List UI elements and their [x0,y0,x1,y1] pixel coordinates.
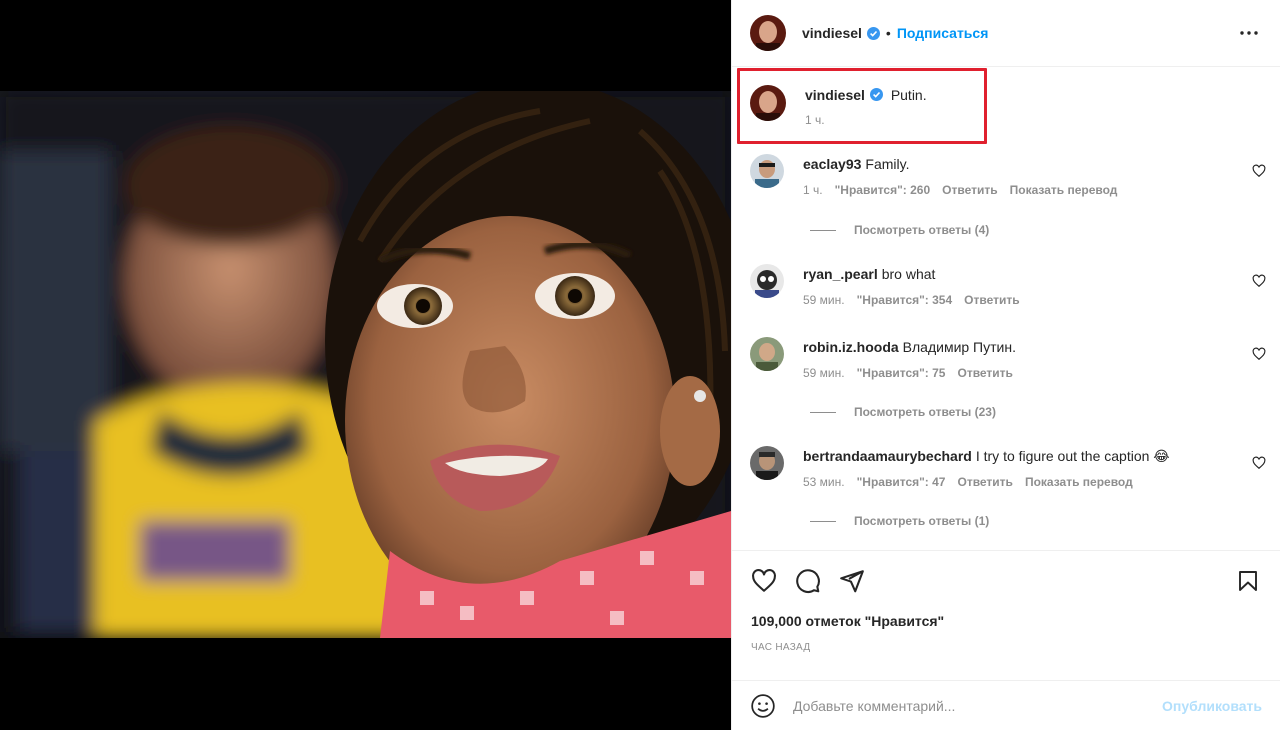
comment-text: I try to figure out the caption 😂 [975,448,1170,464]
like-heart-icon[interactable] [750,567,778,595]
view-replies-label: Посмотреть ответы (4) [854,223,990,237]
caption-username[interactable]: vindiesel [805,87,865,103]
commenter-avatar[interactable] [750,154,784,188]
comment-line: eaclay93 Family. [803,155,1243,173]
comment-item: robin.iz.hooda Владимир Путин. 59 мин. "Н… [750,335,1280,380]
reply-button[interactable]: Ответить [957,366,1012,380]
comment-like-heart-icon[interactable] [1252,456,1266,470]
reply-button[interactable]: Ответить [942,183,997,197]
comment-likes[interactable]: "Нравится": 354 [857,293,953,307]
posted-time: ЧАС НАЗАД [751,642,811,653]
emoji-smiley-icon[interactable] [750,693,776,719]
view-replies-label: Посмотреть ответы (1) [854,514,990,528]
commenter-avatar-image [750,337,784,371]
comment-text: Владимир Путин. [902,339,1016,355]
reply-button[interactable]: Ответить [957,475,1012,489]
commenter-avatar[interactable] [750,264,784,298]
post-details-panel: vindiesel • Подписаться vindiesel Putin.… [731,0,1280,730]
share-send-icon[interactable] [838,567,866,595]
comment-time[interactable]: 59 мин. [803,366,845,380]
post-actions: 109,000 отметок "Нравится" ЧАС НАЗАД [732,550,1280,680]
caption-avatar-image [750,85,786,121]
comment-likes[interactable]: "Нравится": 47 [857,475,946,489]
likes-count[interactable]: 109,000 отметок "Нравится" [751,613,944,629]
comment-like-heart-icon[interactable] [1252,164,1266,178]
comment-line: bertrandaamaurybechard I try to figure ou… [803,447,1243,465]
caption-time[interactable]: 1 ч. [805,113,927,127]
caption-text: Putin. [890,87,927,103]
comment-username[interactable]: ryan_.pearl [803,266,878,282]
add-comment-bar: Опубликовать [732,680,1280,730]
comment-username[interactable]: eaclay93 [803,156,861,172]
comment-meta: 59 мин. "Нравится": 75 Ответить [803,366,1243,380]
show-translation-button[interactable]: Показать перевод [1025,475,1133,489]
comment-meta: 53 мин. "Нравится": 47 Ответить Показать… [803,475,1243,489]
post-caption: vindiesel Putin. 1 ч. [732,67,1280,147]
more-options-icon[interactable] [1238,22,1260,44]
comment-line: ryan_.pearl bro what [803,265,1243,283]
reply-button[interactable]: Ответить [964,293,1019,307]
author-avatar-image [750,15,786,51]
separator-dot: • [885,25,891,41]
comment-bubble-icon[interactable] [794,567,822,595]
commenter-avatar-image [750,154,784,188]
commenter-avatar[interactable] [750,337,784,371]
comment-item: bertrandaamaurybechard I try to figure ou… [750,444,1280,489]
comment-line: robin.iz.hooda Владимир Путин. [803,338,1243,356]
follow-button[interactable]: Подписаться [897,25,989,41]
post-comment-button[interactable]: Опубликовать [1162,698,1262,714]
post-photo [0,91,731,638]
comment-likes[interactable]: "Нравится": 260 [835,183,931,197]
comment-like-heart-icon[interactable] [1252,274,1266,288]
show-translation-button[interactable]: Показать перевод [1010,183,1118,197]
author-avatar[interactable] [750,15,786,51]
comment-meta: 1 ч. "Нравится": 260 Ответить Показать п… [803,183,1243,197]
comment-likes[interactable]: "Нравится": 75 [857,366,946,380]
commenter-avatar[interactable] [750,446,784,480]
caption-line: vindiesel Putin. [805,87,927,103]
replies-line [810,229,836,231]
verified-badge-icon [866,26,880,40]
view-replies-button[interactable]: Посмотреть ответы (4) [810,223,989,237]
verified-badge-icon [869,88,883,101]
comment-text: Family. [865,156,910,172]
comment-like-heart-icon[interactable] [1252,347,1266,361]
comment-text: bro what [881,266,936,282]
caption-author-avatar[interactable] [750,85,786,121]
commenter-avatar-image [750,264,784,298]
author-username[interactable]: vindiesel [802,25,862,41]
post-header: vindiesel • Подписаться [732,0,1280,67]
view-replies-label: Посмотреть ответы (23) [854,405,996,419]
comment-input[interactable] [793,697,1163,714]
view-replies-button[interactable]: Посмотреть ответы (1) [810,514,989,528]
comment-time[interactable]: 59 мин. [803,293,845,307]
view-replies-button[interactable]: Посмотреть ответы (23) [810,405,996,419]
commenter-avatar-image [750,446,784,480]
replies-line [810,411,836,413]
bookmark-icon[interactable] [1234,567,1262,595]
comments-scroll-area[interactable]: vindiesel Putin. 1 ч. eaclay93 Family. 1… [732,67,1280,550]
comment-username[interactable]: robin.iz.hooda [803,339,899,355]
comment-meta: 59 мин. "Нравится": 354 Ответить [803,293,1243,307]
comment-item: eaclay93 Family. 1 ч. "Нравится": 260 Отв… [750,152,1280,197]
post-media[interactable] [0,0,731,730]
comment-time[interactable]: 1 ч. [803,183,823,197]
comment-username[interactable]: bertrandaamaurybechard [803,448,972,464]
replies-line [810,520,836,522]
comment-time[interactable]: 53 мин. [803,475,845,489]
comment-item: ryan_.pearl bro what 59 мин. "Нравится": … [750,262,1280,307]
